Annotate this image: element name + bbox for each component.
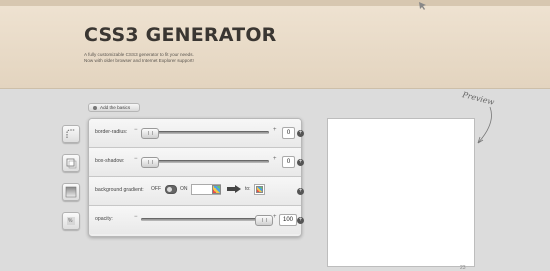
color-swatch-icon[interactable]	[256, 186, 263, 193]
description-line-2: Now with older browser and Internet Expl…	[84, 58, 194, 63]
add-gradient-icon[interactable]: +	[297, 188, 304, 195]
box-shadow-slider-knob[interactable]	[141, 157, 159, 168]
box-shadow-label: box-shadow:	[95, 158, 125, 164]
add-basics-icon	[93, 105, 97, 110]
opacity-row: opacity: − + 100	[89, 206, 301, 234]
color-swatch-icon[interactable]	[212, 185, 221, 194]
gradient-toggle[interactable]	[165, 185, 177, 194]
border-radius-label: border-radius:	[95, 129, 128, 135]
gradient-off-label: OFF	[151, 186, 161, 192]
border-radius-value[interactable]: 0	[282, 127, 295, 139]
box-shadow-row: box-shadow: − + 0	[89, 148, 301, 177]
add-border-radius-icon[interactable]: +	[297, 130, 304, 137]
add-opacity-icon[interactable]: +	[297, 217, 304, 224]
box-shadow-value[interactable]: 0	[282, 156, 295, 168]
opacity-slider-knob[interactable]	[255, 215, 273, 226]
border-radius-slider-track[interactable]	[141, 131, 269, 134]
preview-counter: 23	[460, 265, 466, 271]
arrow-icon	[227, 185, 241, 193]
opacity-icon[interactable]: %	[62, 212, 80, 230]
border-radius-slider-knob[interactable]	[141, 128, 159, 139]
page-title: CSS3 GENERATOR	[84, 24, 277, 46]
add-basics-label: Add the basics	[100, 105, 131, 110]
add-basics-button[interactable]: Add the basics	[88, 103, 140, 112]
opacity-slider-track[interactable]	[141, 218, 269, 221]
border-radius-row: border-radius: − + 0	[89, 119, 301, 148]
cursor-icon	[419, 2, 426, 10]
header: CSS3 GENERATOR A fully customizable CSS3…	[0, 0, 550, 89]
page-description: A fully customizable CSS3 generator to f…	[84, 52, 194, 64]
opacity-value[interactable]: 100	[279, 214, 297, 226]
add-box-shadow-icon[interactable]: +	[297, 159, 304, 166]
controls-panel: border-radius: − + 0 box-shadow: − + 0 b…	[88, 118, 302, 237]
box-shadow-slider-track[interactable]	[141, 160, 269, 163]
header-top-strip	[0, 0, 550, 6]
border-radius-icon[interactable]	[62, 125, 80, 143]
opacity-minus[interactable]: −	[134, 214, 138, 220]
preview-box	[327, 118, 475, 267]
box-shadow-icon[interactable]	[62, 154, 80, 172]
border-radius-plus[interactable]: +	[273, 127, 277, 133]
svg-text:%: %	[68, 218, 73, 224]
background-gradient-label: background gradient:	[95, 187, 144, 193]
opacity-label: opacity:	[95, 216, 113, 222]
border-radius-minus[interactable]: −	[134, 127, 138, 133]
box-shadow-minus[interactable]: −	[134, 156, 138, 162]
gradient-to-label: to:	[245, 186, 251, 192]
gradient-icon[interactable]	[62, 183, 80, 201]
background-gradient-row: background gradient: OFF ON to:	[89, 177, 301, 206]
gradient-on-label: ON	[180, 186, 188, 192]
box-shadow-plus[interactable]: +	[273, 156, 277, 162]
opacity-plus[interactable]: +	[273, 214, 277, 220]
